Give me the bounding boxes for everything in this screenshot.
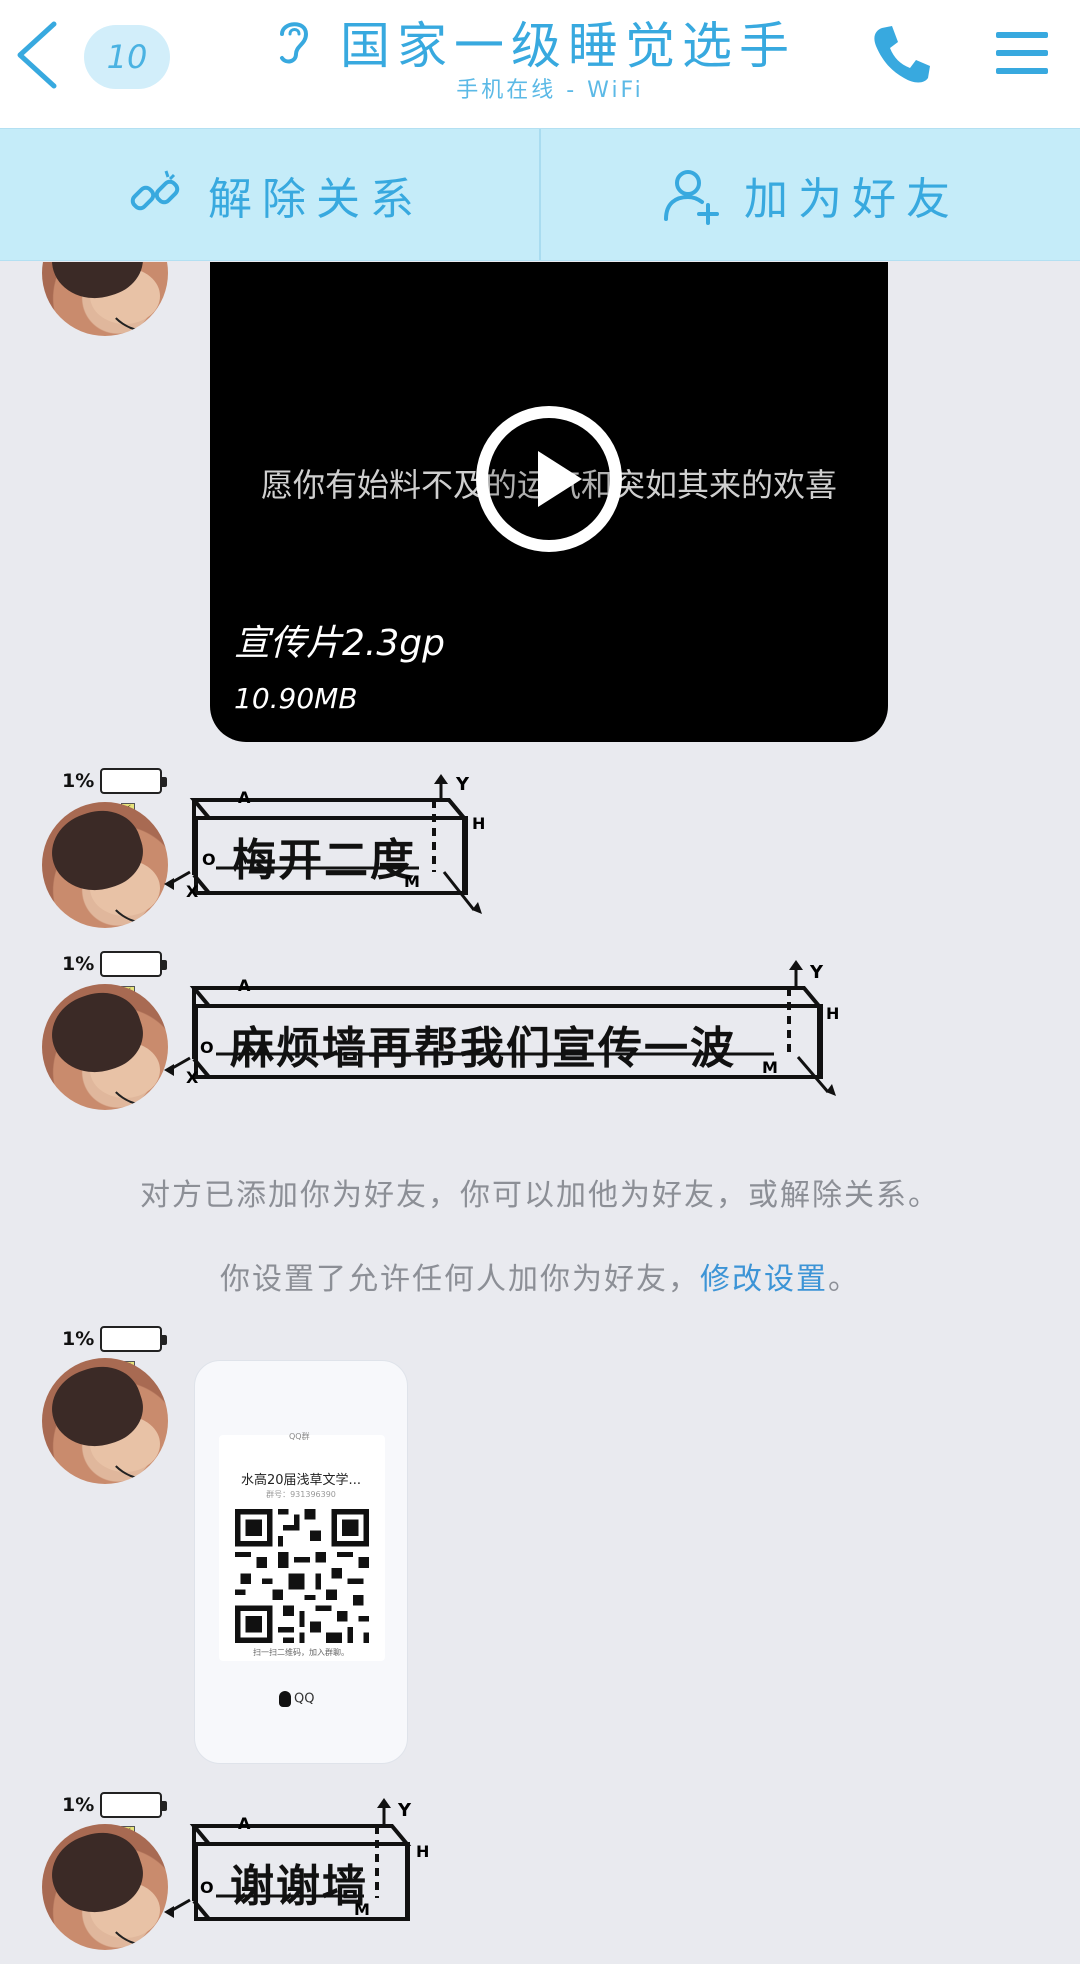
box-label-m: M (404, 872, 420, 891)
box-text: 梅开二度 (232, 835, 416, 886)
box-label-m: M (354, 1900, 370, 1919)
box-label-x: X (186, 882, 199, 901)
video-message[interactable]: 愿你有始料不及的运气和突如其来的欢喜 宣传片2.3gp 10.90MB (210, 262, 888, 742)
qr-group-number: 群号：931396390 (266, 1490, 336, 1499)
phone-icon[interactable] (868, 22, 934, 88)
battery-percent: 1% (62, 953, 95, 975)
battery-percent: 1% (62, 1328, 95, 1350)
battery-badge: 1% (62, 1326, 168, 1352)
avatar[interactable] (42, 1824, 168, 1950)
battery-icon (100, 951, 168, 977)
battery-percent: 1% (62, 770, 95, 792)
qq-brand: QQ (279, 1691, 314, 1707)
box-label-y: Y (810, 962, 824, 983)
play-icon[interactable] (476, 406, 622, 552)
avatar[interactable] (42, 984, 168, 1110)
modify-settings-link[interactable]: 修改设置 (700, 1262, 828, 1297)
avatar[interactable] (42, 1358, 168, 1484)
battery-icon (100, 1326, 168, 1352)
unbind-relationship-button[interactable]: 解除关系 (126, 129, 424, 260)
battery-badge: 1% (62, 768, 168, 794)
broken-link-icon (130, 170, 180, 210)
box-label-o: O (200, 1038, 214, 1057)
qr-code-icon (235, 1509, 369, 1643)
qr-group-name: 水高20届浅草文学... (241, 1473, 361, 1488)
box-label-o: O (202, 850, 216, 869)
qq-group-logo: QQ群 (289, 1432, 310, 1441)
battery-percent: 1% (62, 1794, 95, 1816)
box-label-a: A (238, 976, 251, 995)
box-label-a: A (238, 1814, 251, 1833)
friend-added-notice: 对方已添加你为好友，你可以加他为好友，或解除关系。 (140, 1178, 940, 1213)
add-friend-label: 加为好友 (744, 173, 960, 225)
video-file-name: 宣传片2.3gp (234, 623, 445, 664)
box-label-m: M (762, 1058, 778, 1077)
box-label-h: H (826, 1004, 840, 1023)
box-label-h: H (472, 814, 486, 833)
qq-penguin-icon (279, 1691, 291, 1707)
video-file-size: 10.90MB (234, 682, 358, 715)
friend-action-bar: 解除关系 加为好友 (0, 128, 1080, 261)
avatar[interactable] (42, 262, 168, 336)
chat-header: 10 国家一级睡觉选手 手机在线 - WiFi (0, 0, 1080, 128)
privacy-settings-notice: 你设置了允许任何人加你为好友，修改设置。 (0, 1254, 1080, 1298)
qq-brand-label: QQ (294, 1691, 315, 1707)
box-label-y: Y (398, 1800, 412, 1821)
box-label-h: H (416, 1842, 430, 1861)
avatar[interactable] (42, 802, 168, 928)
battery-icon (100, 768, 168, 794)
box-label-y: Y (456, 774, 470, 795)
box-text: 麻烦墙再帮我们宣传一波 (230, 1023, 736, 1074)
chat-title[interactable]: 国家一级睡觉选手 (340, 6, 796, 78)
battery-icon (100, 1792, 168, 1818)
settings-notice-suffix: 。 (828, 1262, 860, 1297)
settings-notice-text: 你设置了允许任何人加你为好友， (220, 1262, 700, 1297)
battery-badge: 1% (62, 1792, 168, 1818)
box-label-x: X (186, 1068, 199, 1087)
chat-message-list[interactable]: 愿你有始料不及的运气和突如其来的欢喜 宣传片2.3gp 10.90MB 1% ⚡ (0, 262, 1080, 1964)
action-divider (539, 129, 541, 260)
add-user-icon (664, 169, 719, 225)
menu-icon[interactable] (996, 28, 1048, 78)
box-text: 谢谢墙 (230, 1861, 368, 1912)
add-friend-button[interactable]: 加为好友 (662, 129, 960, 260)
box-label-o: O (200, 1878, 214, 1897)
battery-badge: 1% (62, 951, 168, 977)
qr-scan-hint: 扫一扫二维码，加入群聊。 (253, 1648, 349, 1657)
qr-code-image-message[interactable]: QQ群 水高20届浅草文学... 群号：931396390 扫一扫二维码，加入群… (194, 1360, 408, 1764)
box-label-a: A (238, 788, 251, 807)
ear-icon (280, 22, 309, 64)
unbind-label: 解除关系 (208, 173, 424, 225)
